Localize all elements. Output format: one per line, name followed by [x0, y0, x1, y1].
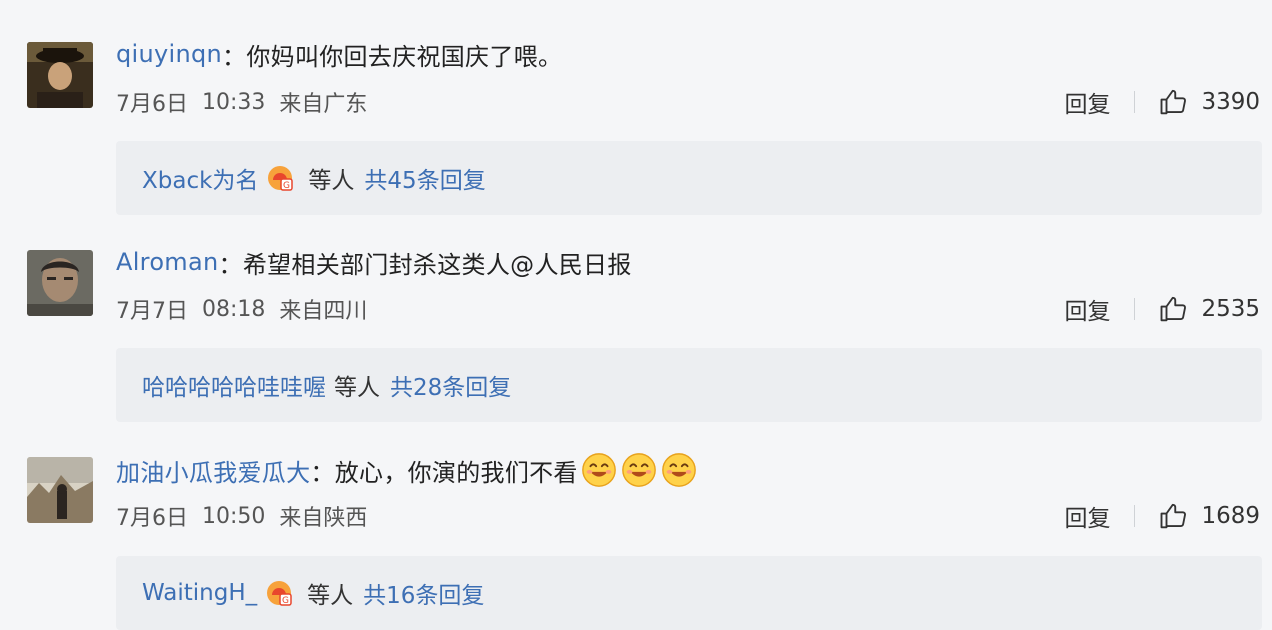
reply-button[interactable]: 回复 [1064, 499, 1110, 533]
comment-date: 7月7日 [116, 299, 188, 324]
comment-date: 7月6日 [116, 506, 188, 531]
comment-actions: 回复 3390 [1064, 84, 1260, 120]
username-link[interactable]: qiuyinqn [116, 40, 222, 68]
comment-actions: 回复 2535 [1064, 291, 1260, 327]
like-count: 2535 [1201, 296, 1260, 322]
thumbs-up-icon [1161, 296, 1187, 322]
comment-body: qiuyinqn ： 你妈叫你回去庆祝国庆了喂。 [116, 36, 562, 72]
thumbs-up-icon [1161, 89, 1187, 115]
avatar[interactable] [27, 250, 93, 316]
reply-count-link[interactable]: 共28条回复 [390, 368, 511, 402]
reply-others-label: 等人 [307, 583, 354, 609]
replies-preview[interactable]: 哈哈哈哈哈哇哇喔 等人 共28条回复 [116, 348, 1262, 422]
member-badge-icon: G [268, 166, 294, 191]
separator: ： [310, 458, 335, 487]
smile-emoji-icon [661, 453, 696, 487]
smile-emoji-icon [581, 453, 616, 487]
username-link[interactable]: Alroman [116, 248, 219, 276]
thumbs-up-icon [1161, 503, 1187, 529]
reply-username[interactable]: 哈哈哈哈哈哇哇喔 [142, 368, 326, 402]
comment-meta: 7月7日 08:18 来自四川 [116, 293, 367, 325]
mention-link[interactable]: @人民日报 [510, 245, 632, 280]
comment-body: 加油小瓜我爱瓜大 ： 放心，你演的我们不看 [116, 452, 700, 488]
like-count: 1689 [1201, 503, 1260, 529]
comment-date: 7月6日 [116, 92, 188, 117]
separator: ： [222, 42, 247, 71]
divider [1134, 505, 1136, 527]
member-badge-icon: G [267, 581, 292, 606]
like-count: 3390 [1201, 89, 1260, 115]
avatar[interactable] [27, 42, 93, 108]
divider [1134, 298, 1136, 320]
comment-time: 10:50 [202, 503, 266, 529]
avatar[interactable] [27, 457, 93, 523]
reply-username[interactable]: Xback为名 [142, 161, 258, 195]
svg-text:G: G [283, 181, 290, 191]
comment-meta: 7月6日 10:50 来自陕西 [116, 500, 367, 532]
comment-actions: 回复 1689 [1064, 498, 1260, 534]
divider [1134, 91, 1136, 113]
reply-button[interactable]: 回复 [1064, 292, 1110, 326]
svg-text:G: G [282, 596, 289, 606]
reply-count-link[interactable]: 共45条回复 [364, 161, 485, 195]
like-button[interactable]: 3390 [1159, 87, 1260, 117]
reply-others-label: 等人 [334, 375, 380, 401]
replies-preview[interactable]: Xback为名 G 等人 共45条回复 [116, 141, 1262, 215]
reply-button[interactable]: 回复 [1064, 85, 1110, 119]
comment-body: Alroman ： 希望相关部门封杀这类人 @人民日报 [116, 244, 632, 280]
reply-count-link[interactable]: 共16条回复 [363, 576, 484, 610]
comment-location: 来自陕西 [279, 506, 368, 531]
comment-location: 来自广东 [279, 92, 368, 117]
comment-location: 来自四川 [279, 299, 368, 324]
comment-meta: 7月6日 10:33 来自广东 [116, 86, 367, 118]
comment-time: 08:18 [202, 296, 266, 322]
like-button[interactable]: 1689 [1159, 501, 1260, 531]
comment-time: 10:33 [202, 89, 266, 115]
comment-text: 放心，你演的我们不看 [334, 458, 578, 487]
reply-username[interactable]: WaitingH_ [142, 580, 257, 606]
comment-text: 希望相关部门封杀这类人 [242, 250, 511, 279]
username-link[interactable]: 加油小瓜我爱瓜大 [116, 453, 310, 488]
replies-preview[interactable]: WaitingH_ G 等人 共16条回复 [116, 556, 1262, 630]
smile-emoji-icon [621, 453, 656, 487]
emoji-group [580, 451, 700, 489]
reply-others-label: 等人 [308, 168, 355, 194]
separator: ： [218, 250, 243, 279]
like-button[interactable]: 2535 [1159, 294, 1260, 324]
comment-text: 你妈叫你回去庆祝国庆了喂。 [246, 42, 563, 71]
